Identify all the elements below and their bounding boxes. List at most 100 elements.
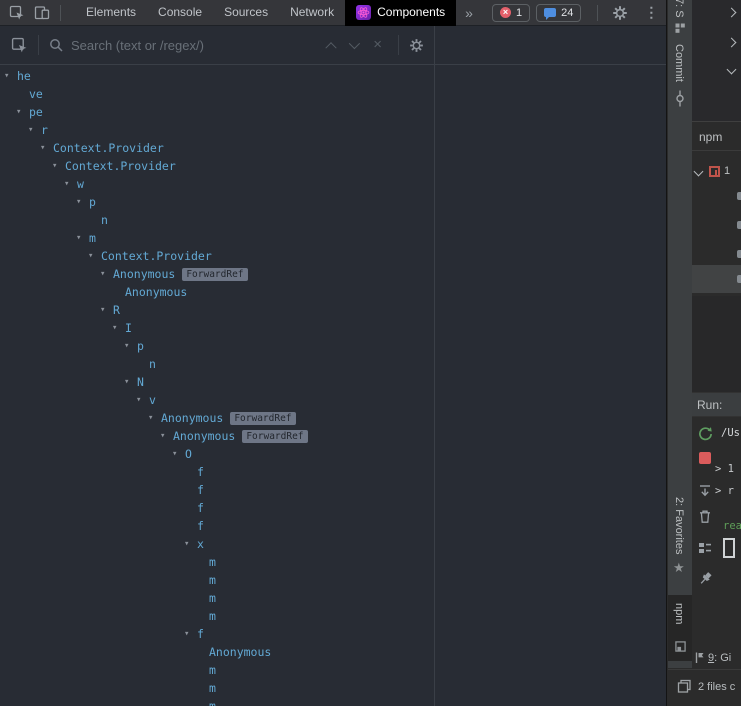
expand-arrow-icon[interactable]: ▾ xyxy=(76,193,89,211)
tab-elements[interactable]: Elements xyxy=(75,0,147,26)
expand-arrow-icon[interactable]: ▾ xyxy=(40,139,53,157)
expand-arrow-icon[interactable]: ▾ xyxy=(100,265,113,283)
git-toolwindow-button[interactable]: 9: Gi xyxy=(694,651,731,664)
tree-row[interactable]: m xyxy=(0,553,434,571)
stop-icon[interactable] xyxy=(699,452,711,464)
tree-row[interactable]: m xyxy=(0,661,434,679)
clear-search-icon[interactable]: × xyxy=(373,37,382,52)
tree-row[interactable]: ▾ Anonymous ForwardRef xyxy=(0,265,434,283)
tree-row[interactable]: ▾ v xyxy=(0,391,434,409)
tree-row[interactable]: Anonymous xyxy=(0,283,434,301)
tree-row[interactable]: ▾ Anonymous ForwardRef xyxy=(0,409,434,427)
npm-package-row[interactable]: 1 xyxy=(692,161,741,181)
expand-arrow-icon[interactable]: ▾ xyxy=(160,427,173,445)
component-name: m xyxy=(209,663,216,677)
pin-icon[interactable] xyxy=(697,570,714,587)
tree-row[interactable]: ▾ I xyxy=(0,319,434,337)
settings-gear-icon[interactable] xyxy=(611,4,629,22)
expand-arrow-icon[interactable]: ▾ xyxy=(16,103,29,121)
tree-row[interactable]: f xyxy=(0,481,434,499)
tab-console[interactable]: Console xyxy=(147,0,213,26)
tree-row[interactable]: Anonymous xyxy=(0,643,434,661)
tab-components[interactable]: Components xyxy=(345,0,457,26)
toolwindow-commit-button[interactable]: Commit xyxy=(673,44,685,82)
tree-row[interactable]: ▾ f xyxy=(0,625,434,643)
tree-row[interactable]: m xyxy=(0,607,434,625)
chevron-down-icon[interactable] xyxy=(726,64,737,75)
tree-row[interactable]: ▾ Context.Provider xyxy=(0,157,434,175)
npm-script-icon[interactable] xyxy=(737,250,741,258)
tree-row[interactable]: f xyxy=(0,463,434,481)
npm-script-icon[interactable] xyxy=(737,221,741,229)
message-badge[interactable]: 24 xyxy=(536,3,582,22)
npm-script-icon[interactable] xyxy=(737,192,741,200)
device-toolbar-icon[interactable] xyxy=(34,5,50,21)
kebab-menu-icon[interactable]: ⋮ xyxy=(636,4,666,21)
toolwindow-npm-button[interactable]: npm xyxy=(668,595,692,661)
expand-arrow-icon[interactable]: ▾ xyxy=(4,67,17,85)
tree-row[interactable]: ▾ R xyxy=(0,301,434,319)
error-count: 1 xyxy=(515,6,523,19)
tree-row[interactable]: f xyxy=(0,499,434,517)
select-element-picker-icon[interactable] xyxy=(10,36,28,54)
expand-arrow-icon[interactable]: ▾ xyxy=(148,409,161,427)
tree-row[interactable]: m xyxy=(0,697,434,706)
tab-sources[interactable]: Sources xyxy=(213,0,279,26)
chevron-down-icon[interactable] xyxy=(693,166,704,176)
message-icon xyxy=(544,8,557,20)
rerun-icon[interactable] xyxy=(698,426,713,441)
tree-row[interactable]: ▾ r xyxy=(0,121,434,139)
expand-arrow-icon[interactable]: ▾ xyxy=(88,247,101,265)
expand-arrow-icon[interactable]: ▾ xyxy=(184,535,197,553)
tree-row[interactable]: ▾ p xyxy=(0,337,434,355)
star-icon[interactable]: ★ xyxy=(673,560,685,576)
tree-row[interactable]: ▾ p xyxy=(0,193,434,211)
tree-row[interactable]: ▾ x xyxy=(0,535,434,553)
expand-arrow-icon[interactable]: ▾ xyxy=(172,445,185,463)
chevron-right-icon[interactable] xyxy=(726,37,737,48)
tree-row[interactable]: ▾ Context.Provider xyxy=(0,247,434,265)
view-settings-gear-icon[interactable] xyxy=(409,38,424,53)
expand-arrow-icon[interactable]: ▾ xyxy=(28,121,41,139)
tree-row[interactable]: m xyxy=(0,589,434,607)
next-result-icon[interactable] xyxy=(348,37,361,50)
tab-network[interactable]: Network xyxy=(279,0,345,26)
tree-row[interactable]: ▾ m xyxy=(0,229,434,247)
message-count: 24 xyxy=(561,6,574,19)
expand-arrow-icon[interactable]: ▾ xyxy=(124,337,137,355)
tree-row[interactable]: ▾ he xyxy=(0,67,434,85)
chevron-right-icon[interactable] xyxy=(726,7,737,18)
tree-row[interactable]: ▾ O xyxy=(0,445,434,463)
search-input[interactable] xyxy=(71,37,324,53)
expand-arrow-icon[interactable]: ▾ xyxy=(52,157,65,175)
tree-row[interactable]: m xyxy=(0,679,434,697)
expand-arrow-icon[interactable]: ▾ xyxy=(64,175,77,193)
tree-row[interactable]: ▾ pe xyxy=(0,103,434,121)
more-tabs-button[interactable]: » xyxy=(456,5,482,21)
toolwindow-favorites-button[interactable]: 2: Favorites xyxy=(673,497,685,554)
expand-arrow-icon[interactable]: ▾ xyxy=(100,301,113,319)
tree-row[interactable]: ▾ Context.Provider xyxy=(0,139,434,157)
expand-arrow-icon[interactable]: ▾ xyxy=(184,625,197,643)
error-badge[interactable]: × 1 xyxy=(491,3,531,22)
tree-row[interactable]: n xyxy=(0,211,434,229)
expand-arrow-icon[interactable]: ▾ xyxy=(76,229,89,247)
tree-row[interactable]: f xyxy=(0,517,434,535)
tree-row[interactable]: n xyxy=(0,355,434,373)
npm-script-selected-row[interactable] xyxy=(692,265,741,293)
tree-row[interactable]: m xyxy=(0,571,434,589)
expand-arrow-icon[interactable]: ▾ xyxy=(136,391,149,409)
expand-arrow-icon[interactable]: ▾ xyxy=(124,373,137,391)
previous-result-icon[interactable] xyxy=(325,42,337,54)
toolwindow-structure-button[interactable]: 7: S xyxy=(673,0,685,18)
react-atom-icon xyxy=(356,5,372,20)
tree-row[interactable]: ▾ N xyxy=(0,373,434,391)
layout-blocks-icon[interactable] xyxy=(698,541,712,555)
tree-row[interactable]: ve xyxy=(0,85,434,103)
expand-arrow-icon[interactable]: ▾ xyxy=(112,319,125,337)
scroll-to-end-icon[interactable] xyxy=(698,484,712,498)
tree-row[interactable]: ▾ w xyxy=(0,175,434,193)
inspect-element-icon[interactable] xyxy=(9,5,25,21)
tree-row[interactable]: ▾ Anonymous ForwardRef xyxy=(0,427,434,445)
trash-icon[interactable] xyxy=(698,509,712,524)
